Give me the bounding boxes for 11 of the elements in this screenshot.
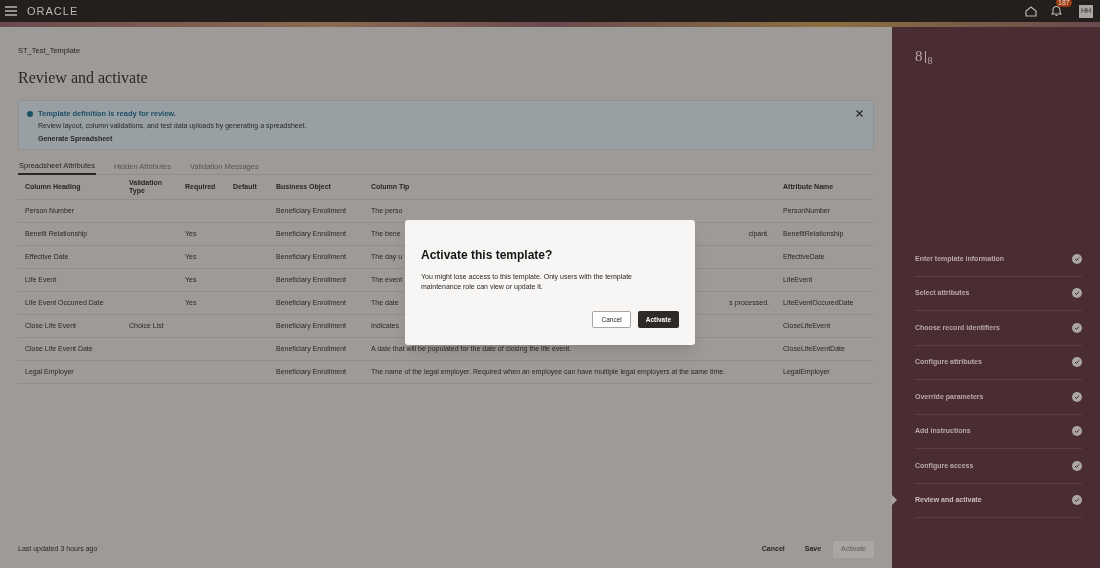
info-icon bbox=[27, 110, 33, 117]
dialog-title: Activate this template? bbox=[421, 247, 554, 264]
menu-icon[interactable] bbox=[5, 6, 17, 16]
bell-icon[interactable] bbox=[1051, 5, 1062, 17]
close-icon[interactable] bbox=[856, 110, 863, 117]
current-step-number: 8 bbox=[915, 48, 923, 64]
page-title: Review and activate bbox=[18, 68, 149, 88]
home-icon[interactable] bbox=[1025, 5, 1037, 17]
brand-logo: ORACLE bbox=[27, 3, 79, 19]
total-steps-number: 8 bbox=[927, 55, 933, 66]
current-step-marker bbox=[892, 495, 897, 506]
